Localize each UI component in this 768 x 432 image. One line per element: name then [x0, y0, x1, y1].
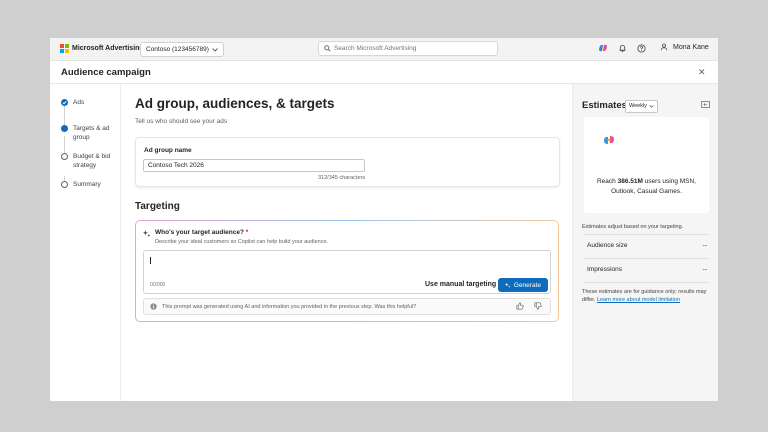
- close-icon[interactable]: ✕: [698, 67, 706, 78]
- model-limitation-link[interactable]: Learn more about model limitation: [597, 297, 680, 303]
- period-value: Weekly: [629, 103, 647, 109]
- chevron-down-icon: [649, 105, 654, 108]
- step-budget[interactable]: Budget & bid strategy: [61, 152, 113, 170]
- sparkle-icon: [143, 230, 151, 238]
- step-targets[interactable]: Targets & ad group: [61, 124, 113, 142]
- section-subheading: Tell us who should see your ads: [135, 118, 228, 125]
- targeting-heading: Targeting: [135, 201, 180, 212]
- page-title: Audience campaign: [61, 67, 151, 78]
- pending-step-icon: [61, 153, 68, 160]
- wizard-steps: Ads Targets & ad group Budget & bid stra…: [50, 84, 121, 401]
- top-bar: Microsoft Advertising Contoso (123456789…: [50, 38, 718, 61]
- feedback-text: This prompt was generated using AI and i…: [162, 303, 417, 310]
- manual-targeting-button[interactable]: Use manual targeting: [425, 281, 496, 288]
- step-summary[interactable]: Summary: [61, 180, 101, 189]
- metric-audience-size: Audience size --: [587, 242, 707, 249]
- reach-value: 386.51M: [617, 178, 643, 185]
- generate-button[interactable]: Generate: [498, 278, 548, 292]
- ad-group-label: Ad group name: [144, 147, 192, 154]
- estimates-disclaimer: These estimates are for guidance only; r…: [582, 289, 707, 303]
- divider: [584, 234, 709, 235]
- collapse-panel-icon[interactable]: [701, 101, 710, 108]
- sparkle-icon: [505, 282, 511, 288]
- estimates-panel: Estimates Weekly Reach 386.51M users usi…: [572, 84, 718, 401]
- user-name: Mona Kane: [673, 43, 709, 51]
- period-dropdown[interactable]: Weekly: [625, 100, 658, 113]
- chevron-down-icon: [212, 47, 218, 52]
- step-ads[interactable]: Ads: [61, 98, 84, 107]
- brand-logo[interactable]: Microsoft Advertising: [60, 44, 144, 53]
- current-step-icon: [61, 125, 68, 132]
- estimates-title: Estimates: [582, 100, 627, 111]
- copilot-audience-card: Who's your target audience? * Describe y…: [135, 220, 559, 322]
- divider: [584, 282, 709, 283]
- search-icon: [324, 45, 331, 52]
- app-window: Microsoft Advertising Contoso (123456789…: [50, 38, 718, 401]
- step-connector: [64, 106, 65, 126]
- audience-description-textarea[interactable]: 0/2000 Use manual targeting Generate: [143, 250, 551, 294]
- account-selector[interactable]: Contoso (123456789): [140, 42, 224, 57]
- brand-name: Microsoft Advertising: [72, 45, 144, 52]
- info-icon: [150, 303, 157, 310]
- ad-group-card: Ad group name 312/345 characters: [135, 137, 560, 187]
- audience-helper: Describe your ideal customers so Copilot…: [155, 239, 329, 245]
- pending-step-icon: [61, 181, 68, 188]
- ai-feedback-bar: This prompt was generated using AI and i…: [143, 298, 551, 315]
- bell-icon[interactable]: [618, 44, 627, 53]
- user-menu[interactable]: Mona Kane: [660, 43, 709, 51]
- copilot-icon[interactable]: [598, 43, 608, 53]
- divider: [584, 258, 709, 259]
- step-label: Budget & bid strategy: [73, 153, 111, 169]
- account-name: Contoso (123456789): [146, 46, 209, 53]
- thumbs-up-icon[interactable]: [516, 302, 524, 310]
- copilot-illustration-icon: [604, 136, 614, 144]
- metric-impressions: Impressions --: [587, 266, 707, 273]
- text-caret: [150, 257, 151, 264]
- step-label: Summary: [73, 181, 101, 188]
- thumbs-down-icon[interactable]: [534, 302, 542, 310]
- global-search[interactable]: [318, 41, 498, 56]
- help-icon[interactable]: [637, 43, 646, 53]
- step-label: Ads: [73, 99, 85, 106]
- textarea-char-count: 0/2000: [150, 282, 166, 288]
- person-icon: [660, 43, 668, 51]
- estimates-adjust-note: Estimates adjust based on your targeting…: [582, 224, 684, 230]
- title-bar: Audience campaign ✕: [50, 61, 718, 84]
- reach-card: Reach 386.51M users using MSN, Outlook, …: [584, 117, 709, 213]
- step-label: Targets & ad group: [73, 125, 110, 141]
- character-count: 312/345 characters: [318, 175, 366, 181]
- search-input[interactable]: [334, 45, 484, 52]
- checkmark-circle-icon: [61, 99, 68, 106]
- reach-summary: Reach 386.51M users using MSN, Outlook, …: [596, 178, 696, 195]
- audience-question: Who's your target audience? *: [155, 229, 249, 236]
- ad-group-name-input[interactable]: [143, 159, 365, 172]
- top-icons: [598, 43, 646, 53]
- microsoft-logo-icon: [60, 44, 69, 53]
- section-heading: Ad group, audiences, & targets: [135, 96, 335, 111]
- required-mark: *: [245, 229, 249, 236]
- generate-label: Generate: [513, 281, 541, 289]
